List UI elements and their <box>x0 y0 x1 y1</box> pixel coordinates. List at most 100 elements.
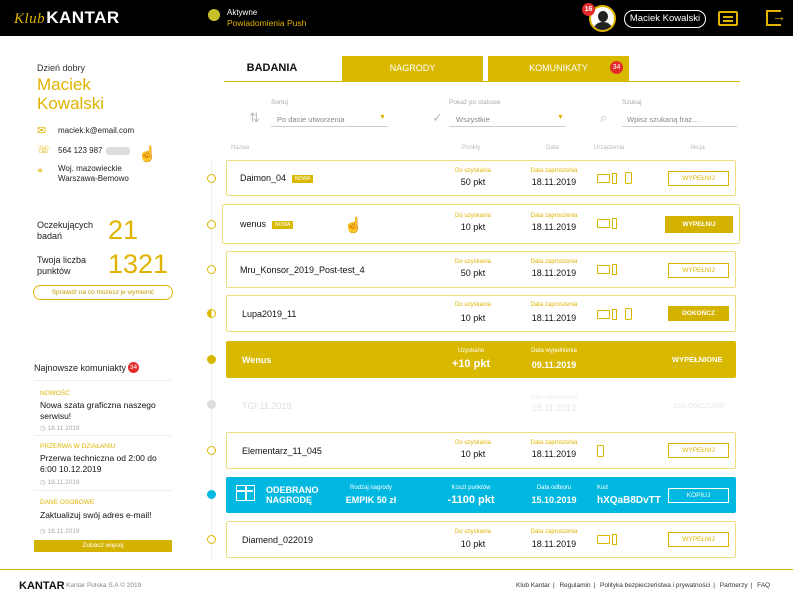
news-item-date-value: 18.11.2019 <box>47 528 80 535</box>
klub-kantar-logo[interactable]: KlubKANTAR <box>14 8 120 28</box>
points-label: Do uzyskania <box>454 213 492 219</box>
fill-survey-button[interactable]: WYPEŁNIJ <box>668 263 729 278</box>
date-label: Data zaproszenia <box>530 529 578 535</box>
timeline-dot <box>207 265 216 274</box>
survey-points: 10 pkt <box>460 313 486 323</box>
email-icon: ✉ <box>37 125 47 137</box>
komunikaty-count-badge: 34 <box>610 61 623 74</box>
survey-date: 18.11.2019 <box>531 403 577 413</box>
check-rewards-link[interactable]: Sprawdź na co możesz je wymienić <box>33 285 173 300</box>
device-icons <box>597 218 625 229</box>
finish-survey-button[interactable]: DOKOŃCZ <box>668 306 729 321</box>
hand-cursor-icon: ☝ <box>138 146 157 163</box>
news-item-date-value: 18.11.2019 <box>47 425 80 432</box>
sort-underline <box>271 126 388 127</box>
survey-date: 18.11.2019 <box>531 177 577 187</box>
footer-link-klub[interactable]: Klub Kantar <box>516 582 550 589</box>
reward-title: ODEBRANO NAGRODĘ <box>266 485 319 505</box>
reward-code: hXQaB8DvTT <box>597 495 661 506</box>
user-email: maciek.k@email.com <box>58 126 135 135</box>
reward-date-label: Data odbioru <box>536 485 572 491</box>
new-badge: NOWA <box>272 220 294 229</box>
messages-icon[interactable] <box>718 11 738 26</box>
survey-date: 18.11.2019 <box>531 222 577 232</box>
search-input[interactable]: Wpisz szukaną fraz... <box>627 115 698 124</box>
footer-link-faq[interactable]: FAQ <box>757 582 770 589</box>
push-bell-icon[interactable] <box>208 9 220 21</box>
reward-type-label: Rodzaj nagrody <box>349 485 393 491</box>
footer-logo[interactable]: KANTAR <box>19 580 65 592</box>
copy-code-button[interactable]: KOPIUJ <box>668 488 729 503</box>
news-count-badge: 34 <box>128 362 139 373</box>
survey-date: 18.11.2019 <box>531 313 577 323</box>
phone-edit-pill[interactable] <box>105 146 130 155</box>
survey-name: Lupa2019_11 <box>242 309 297 319</box>
pending-surveys-value: 21 <box>108 215 139 245</box>
status-chevron-down-icon[interactable]: ▼ <box>557 114 564 121</box>
status-select[interactable]: Wszystkie <box>456 115 490 124</box>
timeline-dot <box>207 400 216 409</box>
phone-icon: ☏ <box>37 144 51 156</box>
footer-link-partners[interactable]: Partnerzy <box>720 582 748 589</box>
filter-check-icon: ✓ <box>432 110 443 125</box>
fill-survey-button[interactable]: WYPEŁNIJ <box>665 216 733 233</box>
footer-link-regulamin[interactable]: Regulamin <box>559 582 590 589</box>
timeline-dot <box>207 490 216 499</box>
pc-tower-icon <box>612 534 617 545</box>
device-icons <box>597 308 632 320</box>
sort-select[interactable]: Po dacie utworzenia <box>277 115 345 124</box>
points-label: Do uzyskania <box>454 440 492 446</box>
news-item-text[interactable]: Przerwa techniczna od 2:00 do 6:00 10.12… <box>40 453 170 475</box>
column-header-date: Data <box>546 145 559 151</box>
points-label: Do uzyskania <box>454 302 492 308</box>
timeline-dot <box>207 535 216 544</box>
survey-name: TGI 11.2019 <box>242 401 292 411</box>
tab-komunikaty[interactable]: KOMUNIKATY <box>488 56 629 81</box>
phone-device-icon <box>597 445 604 457</box>
phone-device-icon <box>625 172 632 184</box>
user-region: Woj. mazowieckie Warszawa-Bemowo <box>58 164 129 184</box>
pc-tower-icon <box>612 264 617 275</box>
phone-device-icon <box>625 308 632 320</box>
see-more-button[interactable]: Zobacz więcej <box>34 540 172 552</box>
greeting: Dzień dobry <box>37 63 86 73</box>
column-header-devices: Urządzenia <box>594 145 625 151</box>
logout-icon[interactable] <box>766 8 786 26</box>
footer-links: Klub Kantar | Regulamin | Polityka bezpiec… <box>516 582 771 589</box>
push-status-label: Aktywne <box>227 8 258 17</box>
fill-survey-button[interactable]: WYPEŁNIJ <box>668 171 729 186</box>
device-icons <box>597 445 604 457</box>
survey-name-text: Daimon_04 <box>240 173 287 183</box>
date-label: Data zaproszenia <box>530 259 578 265</box>
search-icon[interactable]: ⌕ <box>600 110 607 126</box>
tab-nagrody[interactable]: NAGRODY <box>342 56 483 81</box>
timeline-dot <box>207 355 216 364</box>
column-header-name: Nazwa <box>231 145 250 151</box>
news-item-date: ◷ 18.11.2019 <box>40 479 80 486</box>
fill-survey-button[interactable]: WYPEŁNIJ <box>668 532 729 547</box>
survey-points: +10 pkt <box>451 358 491 370</box>
fill-survey-button[interactable]: WYPEŁNIJ <box>668 443 729 458</box>
news-item-text[interactable]: Nowa szata graficzna naszego serwisu! <box>40 400 170 422</box>
tab-badania[interactable]: BADANIA <box>224 56 320 81</box>
sort-chevron-down-icon[interactable]: ▼ <box>379 114 386 121</box>
logo-klub-text: Klub <box>14 11 46 27</box>
pc-tower-icon <box>612 308 617 320</box>
news-item-text[interactable]: Zaktualizuj swój adres e-mail! <box>40 510 170 521</box>
survey-date: 18.11.2019 <box>531 449 577 459</box>
push-status-value: Powiadomienia Push <box>227 18 307 28</box>
user-phone-number: 564 123 987 <box>58 146 103 155</box>
push-notifications-status[interactable]: Aktywne Powiadomienia Push <box>227 8 306 28</box>
news-item-date: ◷ 18.11.2019 <box>40 528 80 535</box>
survey-points: 10 pkt <box>460 449 486 459</box>
device-icons <box>597 172 632 184</box>
date-label: Data zaproszenia <box>530 168 578 174</box>
news-title: Najnowsze komuniakty <box>34 363 127 373</box>
timeline-dot <box>207 446 216 455</box>
logo-brand-text: KANTAR <box>46 8 120 27</box>
survey-name: Diamend_022019 <box>242 535 314 545</box>
points-value: 1321 <box>108 249 169 279</box>
reward-cost-label: Koszt punktów <box>451 485 491 491</box>
user-menu-button[interactable]: Maciek Kowalski <box>624 10 706 28</box>
footer-link-privacy[interactable]: Polityka bezpieczeństwa i prywatności <box>600 582 710 589</box>
